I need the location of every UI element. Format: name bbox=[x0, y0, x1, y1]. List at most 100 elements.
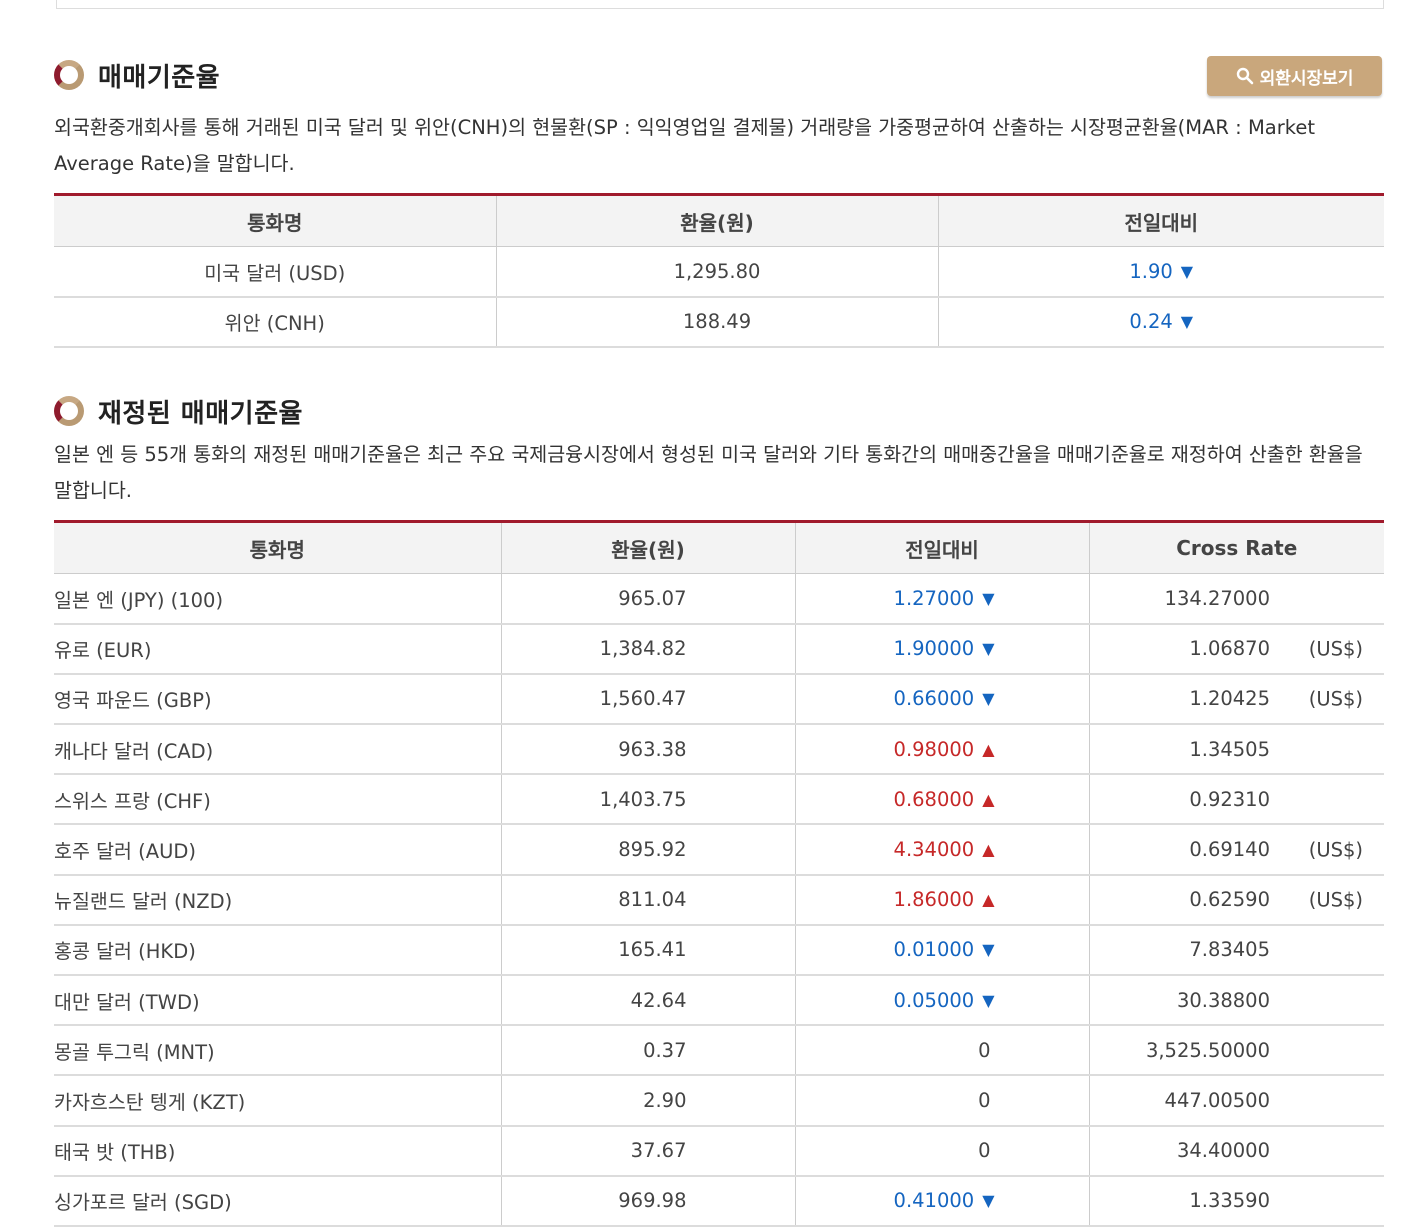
change-value: 1.27000 bbox=[893, 586, 975, 610]
cross-rate-value: 3,525.50000 bbox=[1145, 1038, 1270, 1062]
rate-value: 1,384.82 bbox=[501, 623, 796, 675]
cross-rate-cell: 1.06870 (US$) bbox=[1089, 623, 1384, 675]
cross-rate-unit: (US$) bbox=[1308, 838, 1363, 862]
change-value: 0.41000 bbox=[893, 1189, 975, 1213]
change-cell: 4.34000 ▲ bbox=[795, 824, 1090, 876]
header-change: 전일대비 bbox=[938, 193, 1384, 247]
table-row: 뉴질랜드 달러 (NZD) 811.04 1.86000 ▲ 0.62590 (US$) bbox=[54, 874, 1384, 926]
rate-value: 0.37 bbox=[501, 1025, 796, 1077]
table-row: 일본 엔 (JPY) (100) 965.07 1.27000 ▼ 134.27000 bbox=[54, 573, 1384, 625]
cross-rate-value: 30.38800 bbox=[1176, 988, 1270, 1012]
triangle-down-icon: ▼ bbox=[1180, 312, 1194, 332]
triangle-down-icon: ▼ bbox=[982, 990, 995, 1010]
currency-name: 태국 밧 (THB) bbox=[54, 1125, 502, 1177]
cross-rate-cell: 134.27000 bbox=[1089, 573, 1384, 625]
change-cell: 0 bbox=[795, 1025, 1090, 1077]
section-description: 외국환중개회사를 통해 거래된 미국 달러 및 위안(CNH)의 현물환(SP … bbox=[54, 116, 1315, 175]
currency-name: 미국 달러 (USD) bbox=[54, 246, 497, 298]
rate-value: 1,560.47 bbox=[501, 673, 796, 726]
cross-rate-value: 0.92310 bbox=[1189, 787, 1270, 811]
cross-rate-cell: 0.69140 (US$) bbox=[1089, 824, 1384, 876]
cross-rate-unit: (US$) bbox=[1308, 888, 1363, 912]
cross-rate-value: 447.00500 bbox=[1164, 1088, 1270, 1112]
fx-market-button[interactable]: 외환시장보기 bbox=[1207, 56, 1382, 96]
currency-name: 위안 (CNH) bbox=[54, 296, 497, 348]
change-value: 0 bbox=[978, 1139, 991, 1163]
ring-bullet-icon bbox=[54, 60, 84, 90]
table-row: 홍콩 달러 (HKD) 165.41 0.01000 ▼ 7.83405 bbox=[54, 924, 1384, 977]
rate-value: 969.98 bbox=[501, 1175, 796, 1227]
table-header-row: 통화명 환율(원) 전일대비 Cross Rate bbox=[54, 520, 1384, 574]
change-value: 0.98000 bbox=[893, 737, 975, 761]
search-icon bbox=[1236, 67, 1253, 85]
rate-value: 965.07 bbox=[501, 573, 796, 625]
cross-rate-cell: 0.92310 bbox=[1089, 774, 1384, 826]
currency-name: 싱가포르 달러 (SGD) bbox=[54, 1175, 502, 1227]
cross-rate-unit: (US$) bbox=[1308, 637, 1363, 661]
section-title: 재정된 매매기준율 bbox=[98, 398, 303, 429]
rate-value: 963.38 bbox=[501, 724, 796, 776]
cross-rate-cell: 34.40000 bbox=[1089, 1125, 1384, 1177]
change-value: 0.05000 bbox=[893, 988, 975, 1012]
cross-rate-cell: 7.83405 bbox=[1089, 924, 1384, 977]
change-value: 1.90 bbox=[1129, 259, 1173, 283]
table-row: 영국 파운드 (GBP) 1,560.47 0.66000 ▼ 1.20425 (US$) bbox=[54, 673, 1384, 726]
header-rate: 환율(원) bbox=[501, 520, 796, 574]
change-cell: 0.01000 ▼ bbox=[795, 924, 1090, 977]
cross-rate-value: 1.06870 bbox=[1189, 637, 1270, 661]
table-row: 몽골 투그릭 (MNT) 0.37 0 3,525.50000 bbox=[54, 1025, 1384, 1077]
cross-rate-value: 1.34505 bbox=[1189, 737, 1270, 761]
cross-rate-unit: (US$) bbox=[1308, 687, 1363, 711]
table-row: 미국 달러 (USD) 1,295.80 1.90 ▼ bbox=[54, 246, 1384, 298]
table-row: 위안 (CNH) 188.49 0.24 ▼ bbox=[54, 296, 1384, 348]
cross-rate-cell: 1.34505 bbox=[1089, 724, 1384, 776]
change-value: 1.90000 bbox=[893, 637, 975, 661]
section-heading-cross-rate: 재정된 매매기준율 bbox=[54, 391, 303, 431]
currency-name: 대만 달러 (TWD) bbox=[54, 975, 502, 1027]
cross-rate-value: 0.62590 bbox=[1189, 888, 1270, 912]
table-row: 대만 달러 (TWD) 42.64 0.05000 ▼ 30.38800 bbox=[54, 975, 1384, 1027]
ring-bullet-icon bbox=[54, 396, 84, 426]
table-row: 태국 밧 (THB) 37.67 0 34.40000 bbox=[54, 1125, 1384, 1177]
rate-value: 188.49 bbox=[496, 296, 939, 348]
header-currency: 통화명 bbox=[54, 520, 502, 574]
change-cell: 1.86000 ▲ bbox=[795, 874, 1090, 926]
change-value: 0 bbox=[978, 1038, 991, 1062]
currency-name: 일본 엔 (JPY) (100) bbox=[54, 573, 502, 625]
triangle-up-icon: ▲ bbox=[982, 789, 995, 809]
header-currency: 통화명 bbox=[54, 193, 497, 247]
rate-value: 895.92 bbox=[501, 824, 796, 876]
triangle-down-icon: ▼ bbox=[1180, 261, 1194, 281]
change-cell: 0.24 ▼ bbox=[938, 296, 1384, 348]
change-value: 0.68000 bbox=[893, 787, 975, 811]
base-rate-table: 통화명 환율(원) 전일대비 미국 달러 (USD) 1,295.80 1.90 ▼ 위… bbox=[54, 193, 1384, 348]
currency-name: 몽골 투그릭 (MNT) bbox=[54, 1025, 502, 1077]
change-value: 1.86000 bbox=[893, 888, 975, 912]
currency-name: 호주 달러 (AUD) bbox=[54, 824, 502, 876]
change-cell: 1.27000 ▼ bbox=[795, 573, 1090, 625]
change-cell: 0.68000 ▲ bbox=[795, 774, 1090, 826]
rate-value: 1,295.80 bbox=[496, 246, 939, 298]
change-cell: 0.98000 ▲ bbox=[795, 724, 1090, 776]
header-rate: 환율(원) bbox=[496, 193, 939, 247]
table-row: 카자흐스탄 텡게 (KZT) 2.90 0 447.00500 bbox=[54, 1075, 1384, 1127]
change-cell: 0 bbox=[795, 1125, 1090, 1177]
header-cross-rate: Cross Rate bbox=[1089, 520, 1384, 574]
change-value: 0.24 bbox=[1129, 310, 1173, 334]
change-cell: 1.90 ▼ bbox=[938, 246, 1384, 298]
change-cell: 0.66000 ▼ bbox=[795, 673, 1090, 726]
triangle-down-icon: ▼ bbox=[982, 1191, 995, 1211]
currency-name: 영국 파운드 (GBP) bbox=[54, 673, 502, 726]
section-description: 일본 엔 등 55개 통화의 재정된 매매기준율은 최근 주요 국제금융시장에서… bbox=[54, 443, 1363, 502]
cross-rate-cell: 1.20425 (US$) bbox=[1089, 673, 1384, 726]
triangle-down-icon: ▼ bbox=[982, 639, 995, 659]
triangle-up-icon: ▲ bbox=[982, 890, 995, 910]
table-row: 캐나다 달러 (CAD) 963.38 0.98000 ▲ 1.34505 bbox=[54, 724, 1384, 776]
change-cell: 0 bbox=[795, 1075, 1090, 1127]
change-value: 0.66000 bbox=[893, 687, 975, 711]
table-header-row: 통화명 환율(원) 전일대비 bbox=[54, 193, 1384, 247]
cross-rate-table: 통화명 환율(원) 전일대비 Cross Rate 일본 엔 (JPY) (10… bbox=[54, 520, 1384, 1227]
change-cell: 1.90000 ▼ bbox=[795, 623, 1090, 675]
triangle-up-icon: ▲ bbox=[982, 840, 995, 860]
change-value: 4.34000 bbox=[893, 838, 975, 862]
